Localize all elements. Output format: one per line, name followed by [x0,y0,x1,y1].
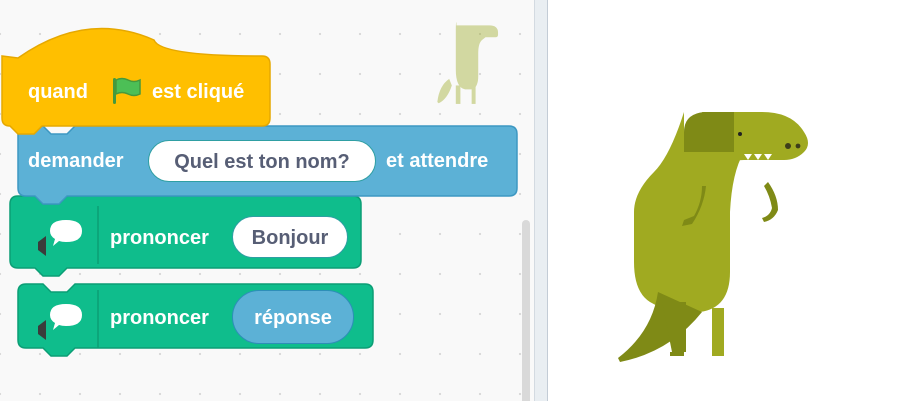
ask-question-input[interactable]: Quel est ton nom? [148,140,376,182]
ask-block-label: demander [28,150,124,172]
hat-block-suffix: est cliqué [152,81,245,103]
stage[interactable] [548,0,900,401]
say-block-1-input[interactable]: Bonjour [232,216,348,258]
hat-block-prefix: quand [28,81,88,103]
speech-icon [38,220,82,256]
speech-icon [38,304,82,340]
workspace-scrollbar[interactable] [522,220,530,401]
say-block-2-label: prononcer [110,307,209,329]
ask-block-suffix: et attendre [386,150,489,172]
green-flag-icon [113,77,141,104]
dinosaur-icon[interactable] [614,112,814,362]
pane-divider [534,0,548,401]
script-workspace[interactable]: quand est cliqué demander Quel est ton n… [0,0,534,401]
answer-reporter[interactable]: réponse [232,290,354,344]
say-block-1-label: prononcer [110,227,209,249]
